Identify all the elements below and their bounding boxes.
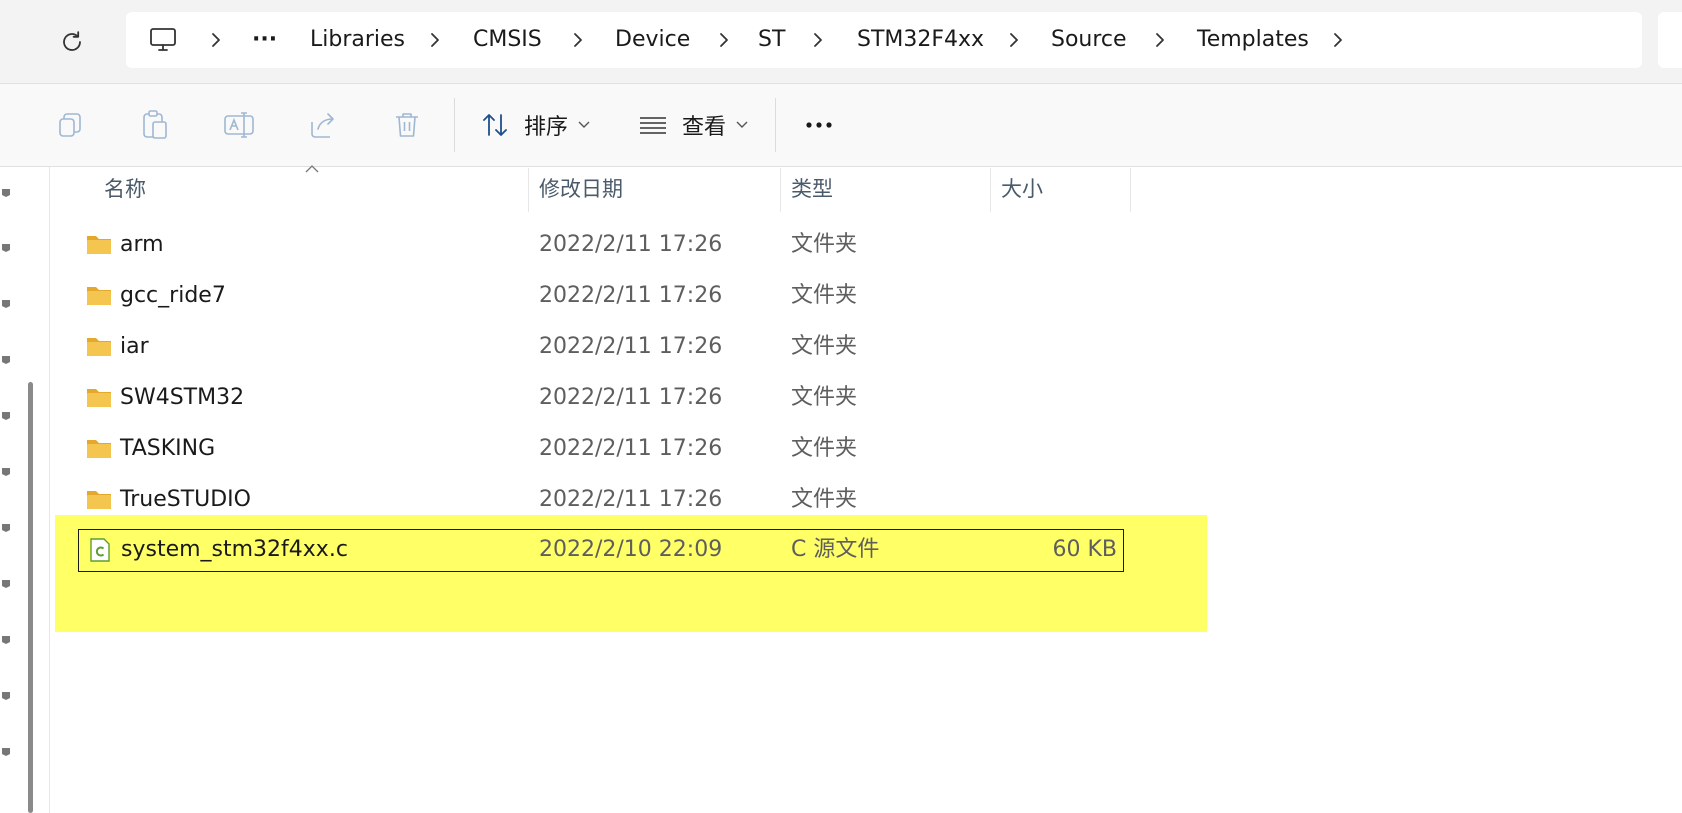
more-options-icon[interactable]	[802, 108, 836, 142]
pin-icon[interactable]	[0, 521, 14, 537]
file-name: gcc_ride7	[120, 283, 226, 308]
c-file-icon	[90, 538, 110, 562]
file-modified: 2022/2/11 17:26	[539, 487, 723, 512]
file-type: C 源文件	[791, 537, 880, 562]
sort-button[interactable]: 排序	[480, 104, 590, 146]
column-separator[interactable]	[1130, 168, 1131, 212]
chevron-right-icon[interactable]	[208, 28, 224, 52]
pin-icon[interactable]	[0, 353, 14, 369]
breadcrumb-device[interactable]: Device	[615, 12, 690, 68]
pin-icon[interactable]	[0, 689, 14, 705]
file-type: 文件夹	[791, 487, 858, 512]
file-name: SW4STM32	[120, 385, 245, 410]
breadcrumb-overflow[interactable]: ···	[252, 12, 277, 68]
sort-icon	[483, 114, 507, 136]
file-modified: 2022/2/11 17:26	[539, 232, 723, 257]
command-bar: 排序 查看	[0, 84, 1682, 167]
copy-icon[interactable]	[54, 108, 88, 142]
file-name: TASKING	[120, 436, 216, 461]
rename-icon[interactable]	[222, 108, 256, 142]
file-size: 60 KB	[1052, 537, 1117, 562]
chevron-right-icon[interactable]	[810, 28, 826, 52]
list-item[interactable]: SW4STM32 2022/2/11 17:26 文件夹	[78, 376, 1124, 420]
file-modified: 2022/2/11 17:26	[539, 385, 723, 410]
file-type: 文件夹	[791, 385, 858, 410]
folder-icon	[87, 338, 111, 356]
breadcrumb-libraries[interactable]: Libraries	[310, 12, 405, 68]
column-header-modified[interactable]: 修改日期	[539, 166, 623, 212]
file-name: iar	[120, 334, 149, 359]
chevron-down-icon	[578, 121, 590, 128]
sort-ascending-icon	[305, 165, 319, 173]
pin-icon[interactable]	[0, 465, 14, 481]
chevron-right-icon[interactable]	[427, 28, 443, 52]
list-item[interactable]: iar 2022/2/11 17:26 文件夹	[78, 325, 1124, 369]
toolbar-separator	[775, 98, 776, 152]
file-modified: 2022/2/11 17:26	[539, 283, 723, 308]
chevron-right-icon[interactable]	[716, 28, 732, 52]
file-type: 文件夹	[791, 232, 858, 257]
file-name: arm	[120, 232, 164, 257]
file-modified: 2022/2/11 17:26	[539, 334, 723, 359]
address-bar[interactable]: ··· Libraries CMSIS Device ST STM32F4xx …	[126, 12, 1642, 68]
refresh-icon	[63, 31, 81, 51]
file-type: 文件夹	[791, 436, 858, 461]
chevron-right-icon[interactable]	[1330, 28, 1346, 52]
column-separator[interactable]	[780, 168, 781, 212]
file-type: 文件夹	[791, 283, 858, 308]
column-header-size[interactable]: 大小	[1001, 166, 1043, 212]
search-box[interactable]	[1658, 12, 1682, 68]
file-name: TrueSTUDIO	[120, 487, 251, 512]
list-item[interactable]: gcc_ride7 2022/2/11 17:26 文件夹	[78, 274, 1124, 318]
breadcrumb-source[interactable]: Source	[1051, 12, 1127, 68]
list-item[interactable]: TASKING 2022/2/11 17:26 文件夹	[78, 427, 1124, 471]
sort-label: 排序	[524, 115, 569, 140]
chevron-down-icon	[736, 121, 748, 128]
folder-icon	[87, 287, 111, 305]
pin-icon[interactable]	[0, 577, 14, 593]
list-item-selected[interactable]: system_stm32f4xx.c 2022/2/10 22:09 C 源文件…	[78, 529, 1124, 572]
column-header-name[interactable]: 名称	[104, 166, 146, 212]
folder-icon	[87, 389, 111, 407]
pin-icon[interactable]	[0, 745, 14, 761]
breadcrumb-st[interactable]: ST	[758, 12, 785, 68]
pin-icon[interactable]	[0, 241, 14, 257]
list-item[interactable]: arm 2022/2/11 17:26 文件夹	[78, 223, 1124, 267]
column-separator[interactable]	[990, 168, 991, 212]
breadcrumb-cmsis[interactable]: CMSIS	[473, 12, 542, 68]
pin-icon[interactable]	[0, 186, 14, 202]
pin-icon[interactable]	[0, 297, 14, 313]
column-separator[interactable]	[528, 168, 529, 212]
file-type: 文件夹	[791, 334, 858, 359]
file-modified: 2022/2/11 17:26	[539, 436, 723, 461]
view-list-icon	[640, 117, 666, 134]
view-label: 查看	[682, 115, 727, 140]
refresh-button[interactable]	[52, 22, 92, 62]
chevron-right-icon[interactable]	[570, 28, 586, 52]
pin-icon[interactable]	[0, 409, 14, 425]
nav-scrollbar-thumb[interactable]	[28, 382, 33, 813]
breadcrumb-templates[interactable]: Templates	[1197, 12, 1309, 68]
breadcrumb-stm32f4xx[interactable]: STM32F4xx	[857, 12, 984, 68]
column-header-type[interactable]: 类型	[791, 166, 833, 212]
paste-icon[interactable]	[138, 108, 172, 142]
chevron-right-icon[interactable]	[1006, 28, 1022, 52]
computer-icon[interactable]	[148, 26, 178, 54]
toolbar-separator	[454, 98, 455, 152]
file-modified: 2022/2/10 22:09	[539, 537, 723, 562]
view-button[interactable]: 查看	[638, 104, 748, 146]
folder-icon	[87, 491, 111, 509]
file-name: system_stm32f4xx.c	[121, 537, 348, 562]
delete-icon[interactable]	[390, 108, 424, 142]
list-item[interactable]: TrueSTUDIO 2022/2/11 17:26 文件夹	[78, 478, 1124, 522]
chevron-right-icon[interactable]	[1152, 28, 1168, 52]
share-icon[interactable]	[306, 108, 340, 142]
folder-icon	[87, 236, 111, 254]
address-bar-area: ··· Libraries CMSIS Device ST STM32F4xx …	[0, 0, 1682, 84]
navigation-pane	[0, 167, 50, 813]
pin-icon[interactable]	[0, 633, 14, 649]
folder-icon	[87, 440, 111, 458]
